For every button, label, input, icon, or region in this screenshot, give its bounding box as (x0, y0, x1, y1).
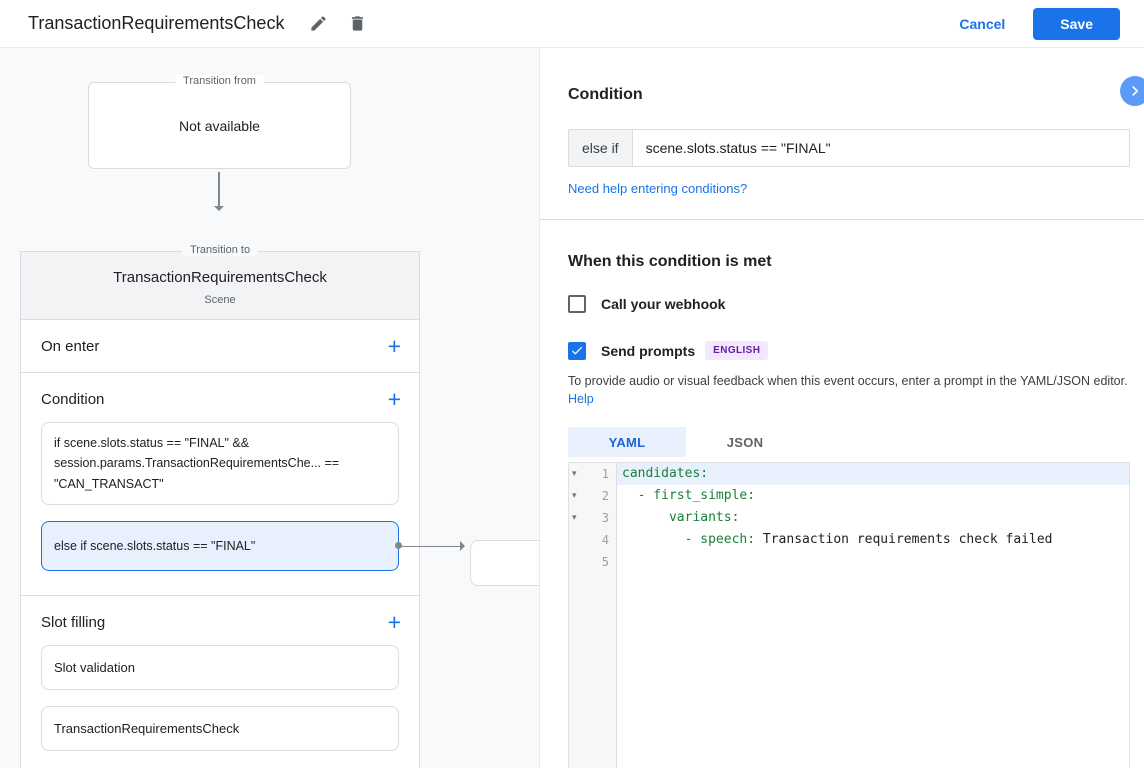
code-token: Transaction requirements check failed (755, 532, 1052, 547)
conn-arrow (460, 541, 470, 551)
prompt-help-body: To provide audio or visual feedback when… (568, 374, 1128, 388)
gutter-row: ▾1 (569, 463, 616, 485)
pencil-icon (309, 14, 328, 33)
code-token (622, 488, 638, 503)
collapse-panel-button[interactable] (1120, 76, 1144, 106)
transition-from-label: Transition from (175, 75, 264, 87)
page-title: TransactionRequirementsCheck (28, 13, 284, 34)
fold-arrow-icon[interactable]: ▾ (572, 469, 577, 479)
header: TransactionRequirementsCheck Cancel Save (0, 0, 1144, 48)
add-icon: + (388, 386, 401, 412)
scene-card-header: TransactionRequirementsCheck Scene (21, 252, 419, 320)
slot-list: Slot validation TransactionRequirementsCh… (21, 645, 419, 751)
flow-arrow-down (218, 172, 220, 208)
scene-title: TransactionRequirementsCheck (33, 269, 407, 286)
slot-filling-section: Slot filling + Slot validation Transactio… (21, 596, 419, 768)
code-line[interactable]: - speech: Transaction requirements check… (617, 529, 1129, 551)
edit-button[interactable] (304, 9, 333, 38)
slot-filling-label: Slot filling (41, 614, 105, 631)
send-prompts-row: Send prompts ENGLISH (568, 341, 1130, 360)
gutter-row: 4 (569, 529, 616, 551)
condition-item[interactable]: else if scene.slots.status == "FINAL" (41, 521, 399, 571)
add-icon: + (388, 609, 401, 635)
code-token: - speech: (685, 532, 755, 547)
tab-json[interactable]: JSON (686, 427, 804, 457)
line-number: 5 (569, 555, 616, 569)
editor-tabs: YAMLJSON (568, 427, 1130, 457)
slot-item[interactable]: Slot validation (41, 645, 399, 690)
code-editor[interactable]: ▾1▾2▾3 4 5 candidates: - first_simple: var… (568, 462, 1130, 768)
gutter-row: ▾2 (569, 485, 616, 507)
add-slot-button[interactable]: + (382, 613, 407, 631)
conditions-help-link[interactable]: Need help entering conditions? (568, 181, 747, 196)
scene-type-label: Scene (33, 294, 407, 306)
detail-panel: Condition else if Need help entering con… (540, 48, 1144, 768)
send-prompts-checkbox[interactable] (568, 342, 586, 360)
editor-code-area[interactable]: candidates: - first_simple: variants: - … (617, 463, 1129, 768)
save-button[interactable]: Save (1033, 8, 1120, 40)
chevron-right-icon (1125, 81, 1144, 101)
slot-item[interactable]: TransactionRequirementsCheck (41, 706, 399, 751)
code-token (622, 510, 669, 525)
prompt-help-text: To provide audio or visual feedback when… (568, 372, 1130, 408)
on-enter-section: On enter + (21, 320, 419, 373)
add-on-enter-button[interactable]: + (382, 337, 407, 355)
language-badge: ENGLISH (705, 341, 768, 360)
code-token: variants: (669, 510, 739, 525)
code-line[interactable]: - first_simple: (617, 485, 1129, 507)
panel-title: Condition (568, 86, 1130, 104)
code-line[interactable] (617, 551, 1129, 573)
transition-from-box: Transition from Not available (88, 82, 351, 169)
gutter-row: 5 (569, 551, 616, 573)
code-token (622, 532, 685, 547)
condition-prefix: else if (569, 130, 633, 166)
when-condition-met-title: When this condition is met (568, 253, 1130, 271)
tab-yaml[interactable]: YAML (568, 427, 686, 457)
trash-icon (348, 14, 367, 33)
transition-target-box[interactable] (470, 540, 540, 586)
fold-arrow-icon[interactable]: ▾ (572, 491, 577, 501)
code-line[interactable]: candidates: (617, 463, 1129, 485)
transition-from-value: Not available (179, 118, 260, 134)
check-icon (570, 343, 584, 358)
fold-arrow-icon[interactable]: ▾ (572, 513, 577, 523)
webhook-row: Call your webhook (568, 295, 1130, 313)
code-token: candidates: (622, 466, 708, 481)
condition-section: Condition + if scene.slots.status == "FI… (21, 373, 419, 596)
gutter-row: ▾3 (569, 507, 616, 529)
condition-list: if scene.slots.status == "FINAL" && sess… (21, 422, 419, 571)
transition-to-label: Transition to (182, 244, 258, 256)
line-number: 4 (569, 533, 616, 547)
flow-canvas[interactable]: Transition from Not available Transition… (0, 48, 540, 768)
condition-input[interactable] (633, 130, 1129, 166)
send-prompts-label: Send prompts (601, 343, 695, 359)
delete-button[interactable] (343, 9, 372, 38)
divider (540, 219, 1144, 220)
webhook-checkbox[interactable] (568, 295, 586, 313)
add-condition-button[interactable]: + (382, 390, 407, 408)
conn-line (400, 546, 464, 547)
add-icon: + (388, 333, 401, 359)
help-link[interactable]: Help (568, 392, 594, 406)
editor-gutter: ▾1▾2▾3 4 5 (569, 463, 617, 768)
cancel-button[interactable]: Cancel (959, 16, 1005, 32)
code-token: - first_simple: (638, 488, 755, 503)
condition-editor-row: else if (568, 129, 1130, 167)
code-line[interactable]: variants: (617, 507, 1129, 529)
scene-card[interactable]: Transition to TransactionRequirementsChe… (20, 251, 420, 768)
on-enter-label: On enter (41, 338, 99, 355)
condition-item[interactable]: if scene.slots.status == "FINAL" && sess… (41, 422, 399, 505)
condition-section-label: Condition (41, 391, 104, 408)
webhook-label: Call your webhook (601, 296, 725, 312)
main-area: Transition from Not available Transition… (0, 48, 1144, 768)
